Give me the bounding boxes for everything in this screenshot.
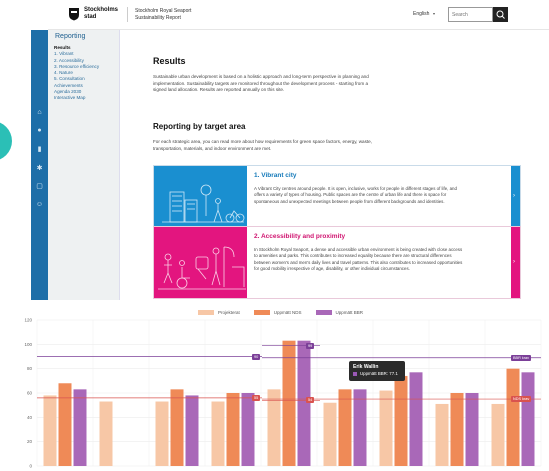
- reference-line-label: 54: [306, 397, 315, 404]
- chevron-right-icon: ›: [513, 258, 515, 265]
- legend-label: Uppmätt NDS: [273, 310, 302, 315]
- main-content: Results Sustainable urban development is…: [153, 56, 521, 151]
- bar: [394, 375, 408, 466]
- tooltip-swatch: [353, 372, 357, 376]
- bar: [409, 372, 423, 466]
- legend-swatch: [198, 310, 214, 315]
- reporting-sidebar: Reporting Results 1. Vibrant 2. Accessib…: [48, 30, 120, 300]
- icon-rail: ⌂ ● ▮ ✱ ▢ ☺: [31, 30, 48, 300]
- bar: [99, 401, 113, 466]
- y-tick-label: 100: [24, 342, 32, 347]
- section-intro: For each strategic area, you can read mo…: [153, 139, 372, 151]
- y-tick-label: 40: [27, 415, 33, 420]
- y-tick-label: 20: [27, 439, 33, 444]
- accessibility-illustration: [154, 227, 247, 298]
- header-divider: [127, 7, 128, 22]
- bar: [155, 401, 169, 466]
- results-chart: 0 20 40 60 80 100 120 Projekterat Uppmätt NDS …: [0, 301, 549, 471]
- bar: [450, 393, 464, 466]
- sidebar-nav: Results 1. Vibrant 2. Accessibility 3. R…: [54, 45, 99, 102]
- legend-swatch: [315, 310, 332, 315]
- bar: [491, 403, 505, 466]
- bar: [267, 389, 281, 466]
- user-icon[interactable]: ☺: [35, 200, 44, 209]
- buildings-illustration-icon: [162, 184, 245, 223]
- sidebar-title: Reporting: [55, 33, 86, 40]
- bar: [170, 389, 184, 466]
- target-card-vibrant-city[interactable]: 1. Vibrant city A Vibrant City centres a…: [153, 165, 521, 227]
- bar: [73, 389, 87, 466]
- bar: [185, 395, 199, 466]
- search-icon: [496, 10, 505, 19]
- bar: [338, 389, 352, 466]
- target-card-accessibility[interactable]: 2. Accessibility and proximity In Stockh…: [153, 226, 521, 299]
- tooltip-title: Erik Wallin: [353, 364, 379, 370]
- home-icon[interactable]: ⌂: [35, 108, 44, 117]
- sidebar-item-interactive-map[interactable]: Interactive Map: [54, 95, 99, 101]
- page-title: Results: [153, 56, 186, 66]
- bar-chart-svg: 0 20 40 60 80 100 120: [24, 318, 542, 469]
- legend-label: Uppmätt BBR: [335, 310, 364, 315]
- intro-paragraph: Sustainable urban development is based o…: [153, 74, 369, 93]
- site-subtitle[interactable]: Stockholm Royal Seaport Sustainability R…: [135, 8, 191, 22]
- y-tick-label: 60: [27, 391, 33, 396]
- chart-legend: Projekterat Uppmätt NDS Uppmätt BBR: [198, 310, 363, 315]
- logo-text[interactable]: Stockholms stad: [84, 7, 118, 21]
- bar: [506, 368, 520, 466]
- reference-line-label: 90: [252, 353, 261, 360]
- reference-line-label: 99: [306, 342, 315, 349]
- gear-icon[interactable]: ✱: [35, 164, 44, 173]
- y-tick-label: 80: [27, 366, 33, 371]
- search-button[interactable]: [493, 7, 508, 22]
- chart-tooltip: Erik Wallin Uppmätt BBR: 77.1: [349, 361, 405, 381]
- site-header: Stockholms stad Stockholm Royal Seaport …: [48, 0, 549, 30]
- card-arrow-button[interactable]: ›: [511, 227, 520, 298]
- card-title[interactable]: 1. Vibrant city: [254, 172, 297, 179]
- bar: [465, 393, 479, 466]
- chat-icon[interactable]: ▢: [35, 182, 44, 191]
- bar: [282, 340, 296, 466]
- people-illustration-icon: [158, 246, 246, 290]
- search-input[interactable]: [448, 7, 493, 22]
- city-illustration: [154, 166, 247, 226]
- legend-item[interactable]: Projekterat: [198, 310, 240, 315]
- website-screenshot: ⌂ ● ▮ ✱ ▢ ☺ Stockholms stad Stockholm Ro…: [0, 0, 549, 300]
- bar: [521, 372, 535, 466]
- chart-icon[interactable]: ▮: [35, 145, 44, 154]
- tooltip-value: Uppmätt BBR: 77.1: [360, 371, 398, 376]
- card-title[interactable]: 2. Accessibility and proximity: [254, 233, 345, 240]
- bar: [43, 395, 57, 466]
- bar: [241, 393, 255, 466]
- bar: [379, 390, 393, 466]
- reference-line-label: 55: [252, 394, 261, 401]
- bar: [435, 403, 449, 466]
- bar: [211, 401, 225, 466]
- y-tick-label: 120: [24, 318, 32, 323]
- bulb-icon[interactable]: ●: [35, 126, 44, 135]
- legend-label: Projekterat: [218, 310, 240, 315]
- chevron-right-icon: ›: [513, 193, 515, 199]
- card-text: In Stockholm Royal Seaport, a dense and …: [254, 247, 463, 272]
- bar: [58, 383, 72, 466]
- city-crest-icon: [69, 8, 79, 21]
- legend-item[interactable]: Uppmätt NDS: [253, 310, 302, 315]
- card-arrow-button[interactable]: ›: [511, 166, 520, 226]
- y-tick-label: 0: [29, 464, 32, 469]
- floating-help-tab[interactable]: [0, 121, 12, 161]
- bar: [353, 389, 367, 466]
- card-text: A Vibrant City centres around people. It…: [254, 186, 457, 204]
- bar: [226, 393, 240, 466]
- bar: [297, 340, 311, 466]
- reference-line-label: BBR krav: [511, 354, 532, 361]
- legend-swatch: [253, 310, 270, 315]
- language-selector[interactable]: English: [413, 11, 429, 17]
- bar: [323, 402, 337, 466]
- reference-line-label: NDS krav: [511, 396, 532, 403]
- legend-item[interactable]: Uppmätt BBR: [315, 310, 364, 315]
- section-title: Reporting by target area: [153, 122, 246, 131]
- chevron-down-icon[interactable]: ▾: [433, 11, 435, 16]
